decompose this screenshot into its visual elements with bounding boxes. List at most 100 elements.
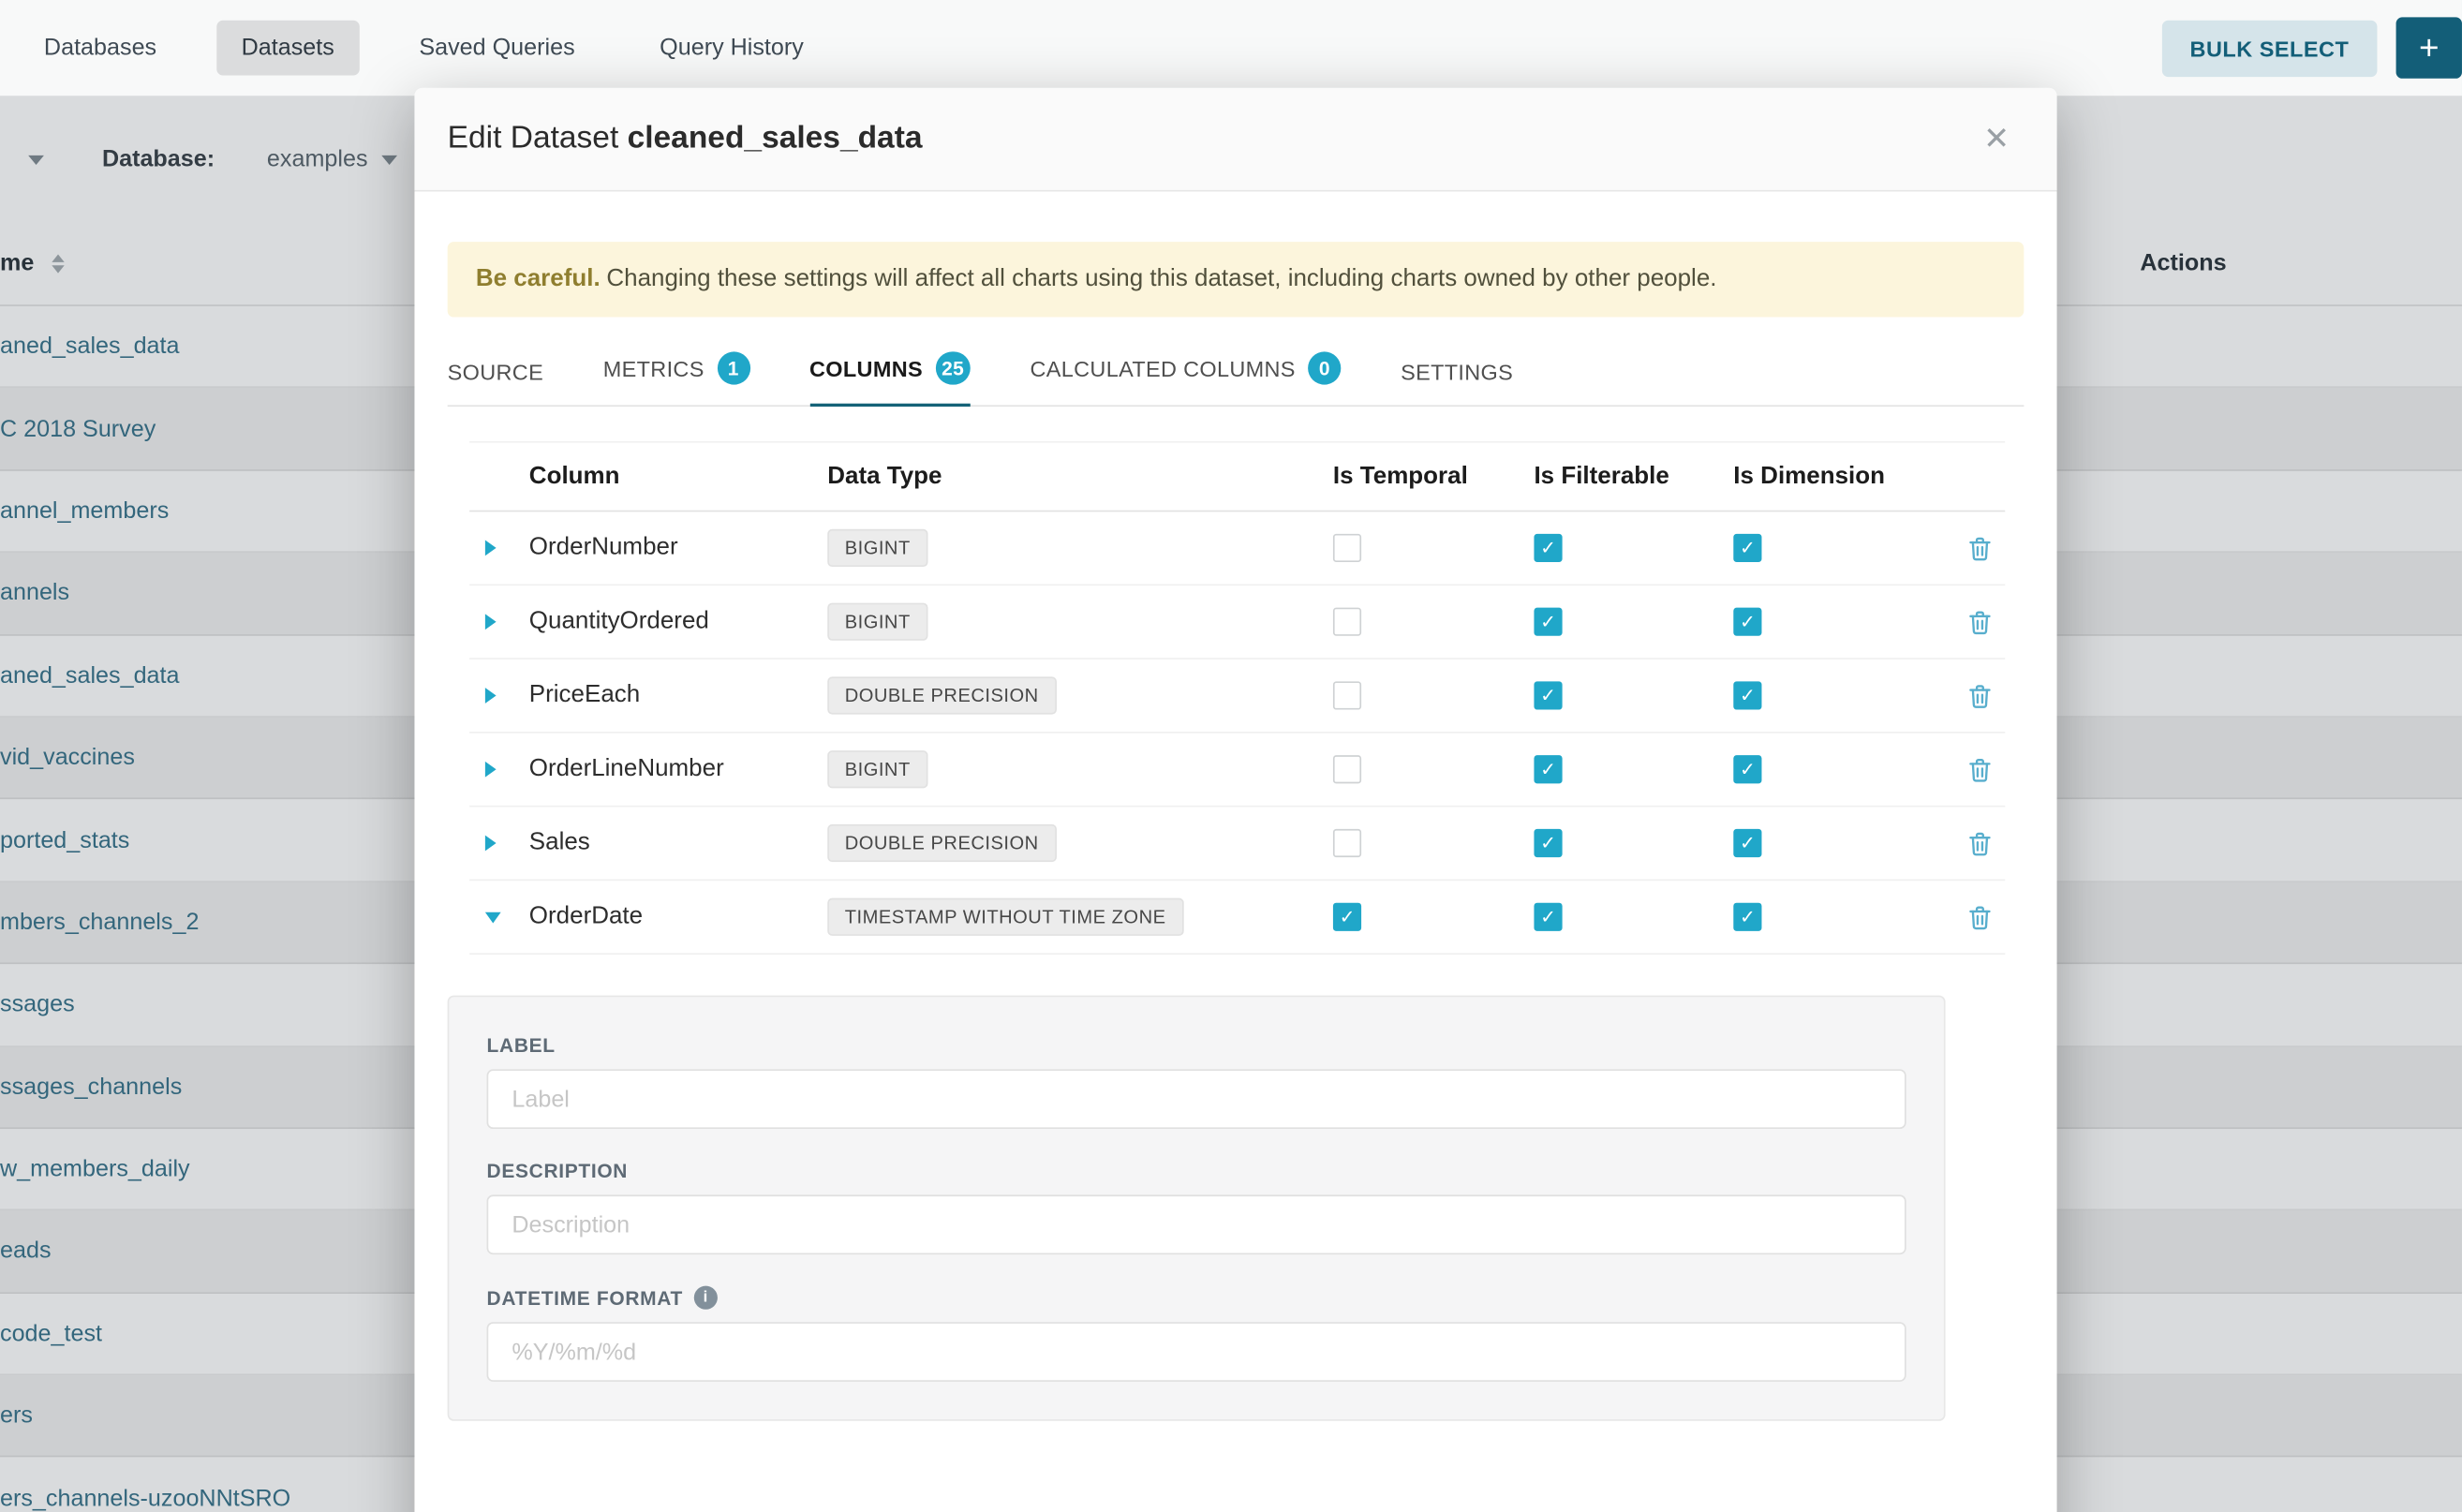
- checkbox-is-filterable[interactable]: ✓: [1534, 903, 1562, 931]
- data-type-cell: TIMESTAMP WITHOUT TIME ZONE: [827, 898, 1333, 936]
- expand-caret-icon[interactable]: [485, 836, 497, 852]
- checkbox-is-filterable[interactable]: ✓: [1534, 829, 1562, 857]
- dataset-name: cleaned_sales_data: [628, 121, 923, 156]
- checkbox-is-filterable[interactable]: ✓: [1534, 534, 1562, 562]
- datetime-format-input[interactable]: [487, 1322, 1906, 1382]
- data-type-pill: BIGINT: [827, 750, 927, 788]
- tab-source[interactable]: SOURCE: [448, 360, 543, 406]
- modal-header: Edit Dataset cleaned_sales_data ✕: [414, 88, 2056, 192]
- trash-icon[interactable]: [1967, 535, 1993, 561]
- nav-item-databases[interactable]: Databases: [19, 21, 182, 76]
- column-row: SalesDOUBLE PRECISION✓✓✓: [469, 807, 2005, 881]
- tab-label: SETTINGS: [1401, 360, 1513, 385]
- label-input[interactable]: [487, 1069, 1906, 1129]
- trash-icon[interactable]: [1967, 682, 1993, 708]
- nav-item-saved-queries[interactable]: Saved Queries: [394, 21, 601, 76]
- dataset-name-link[interactable]: ers_channels-uzooNNtSRO: [0, 1485, 290, 1511]
- trash-cell: [1925, 904, 2005, 930]
- chevron-down-icon[interactable]: [28, 156, 44, 165]
- checkbox-is-filterable[interactable]: ✓: [1534, 608, 1562, 636]
- checkbox-is-temporal[interactable]: ✓: [1333, 903, 1361, 931]
- expand-caret-icon[interactable]: [485, 688, 497, 704]
- checkbox-is-dimension[interactable]: ✓: [1733, 903, 1761, 931]
- checkbox-is-dimension[interactable]: ✓: [1733, 608, 1761, 636]
- expand-caret-icon[interactable]: [485, 614, 497, 630]
- column-name: OrderNumber: [529, 534, 827, 562]
- dataset-name-link[interactable]: code_test: [0, 1320, 102, 1346]
- checkbox-is-dimension[interactable]: ✓: [1733, 829, 1761, 857]
- data-type-cell: DOUBLE PRECISION: [827, 824, 1333, 862]
- column-row: OrderNumberBIGINT✓✓✓: [469, 511, 2005, 586]
- dataset-name-link[interactable]: vid_vaccines: [0, 745, 135, 771]
- column-name: QuantityOrdered: [529, 608, 827, 636]
- checkbox-is-dimension[interactable]: ✓: [1733, 534, 1761, 562]
- label-field-label: LABEL: [487, 1034, 1906, 1056]
- dataset-name-link[interactable]: annels: [0, 580, 69, 606]
- bulk-select-button[interactable]: BULK SELECT: [2161, 20, 2377, 76]
- tab-columns[interactable]: COLUMNS25: [809, 351, 971, 405]
- caret-cell: [469, 541, 529, 556]
- tab-count-badge: 25: [935, 351, 970, 384]
- sort-icon[interactable]: [52, 255, 64, 274]
- dataset-name-link[interactable]: C 2018 Survey: [0, 415, 156, 441]
- column-name: OrderDate: [529, 903, 827, 931]
- nav-item-query-history[interactable]: Query History: [634, 21, 828, 76]
- checkbox-is-temporal[interactable]: ✓: [1333, 755, 1361, 783]
- trash-icon[interactable]: [1967, 756, 1993, 782]
- checkbox-is-temporal-cell: ✓: [1333, 755, 1535, 783]
- info-icon[interactable]: i: [694, 1286, 718, 1310]
- dataset-name-link[interactable]: annel_members: [0, 497, 169, 524]
- checkbox-is-temporal[interactable]: ✓: [1333, 608, 1361, 636]
- trash-icon[interactable]: [1967, 830, 1993, 856]
- checkbox-is-temporal[interactable]: ✓: [1333, 534, 1361, 562]
- caret-cell: [469, 912, 529, 923]
- checkbox-is-filterable-cell: ✓: [1534, 755, 1733, 783]
- trash-cell: [1925, 756, 2005, 782]
- checkbox-is-filterable[interactable]: ✓: [1534, 681, 1562, 709]
- expand-caret-icon[interactable]: [485, 541, 497, 556]
- trash-icon[interactable]: [1967, 608, 1993, 634]
- dataset-name-link[interactable]: mbers_channels_2: [0, 909, 199, 935]
- expand-caret-icon[interactable]: [485, 762, 497, 778]
- checkbox-is-dimension[interactable]: ✓: [1733, 755, 1761, 783]
- caret-cell: [469, 762, 529, 778]
- data-type-cell: BIGINT: [827, 603, 1333, 641]
- tab-metrics[interactable]: METRICS1: [603, 351, 750, 405]
- dataset-name-link[interactable]: ssages: [0, 991, 75, 1017]
- collapse-caret-icon[interactable]: [485, 912, 501, 923]
- checkbox-is-temporal-cell: ✓: [1333, 534, 1535, 562]
- checkbox-is-dimension-cell: ✓: [1733, 903, 1924, 931]
- dataset-name-link[interactable]: eads: [0, 1238, 52, 1264]
- description-field: DESCRIPTION: [487, 1161, 1906, 1255]
- trash-icon[interactable]: [1967, 904, 1993, 930]
- checkbox-is-dimension-cell: ✓: [1733, 755, 1924, 783]
- database-filter-select[interactable]: examples: [267, 146, 397, 172]
- database-filter-label: Database:: [102, 146, 215, 172]
- caret-cell: [469, 836, 529, 852]
- dataset-name-link[interactable]: w_members_daily: [0, 1156, 190, 1182]
- tab-label: METRICS: [603, 356, 704, 381]
- tab-calculated-columns[interactable]: CALCULATED COLUMNS0: [1030, 351, 1341, 405]
- edit-dataset-modal: Edit Dataset cleaned_sales_data ✕ Be car…: [414, 88, 2056, 1512]
- name-column-header[interactable]: me: [0, 249, 34, 275]
- column-row: QuantityOrderedBIGINT✓✓✓: [469, 586, 2005, 660]
- checkbox-is-temporal[interactable]: ✓: [1333, 829, 1361, 857]
- dataset-name-link[interactable]: ers: [0, 1402, 33, 1429]
- dataset-name-link[interactable]: ported_stats: [0, 826, 129, 852]
- modal-title: Edit Dataset cleaned_sales_data: [448, 121, 923, 157]
- dataset-name-link[interactable]: aned_sales_data: [0, 662, 180, 689]
- nav-item-datasets[interactable]: Datasets: [216, 21, 360, 76]
- tab-settings[interactable]: SETTINGS: [1401, 360, 1513, 406]
- description-input[interactable]: [487, 1194, 1906, 1254]
- checkbox-is-dimension[interactable]: ✓: [1733, 681, 1761, 709]
- is-filterable-header: Is Filterable: [1534, 463, 1733, 491]
- modal-title-prefix: Edit Dataset: [448, 121, 619, 156]
- dataset-name-link[interactable]: ssages_channels: [0, 1074, 182, 1100]
- checkbox-is-temporal[interactable]: ✓: [1333, 681, 1361, 709]
- checkbox-is-filterable[interactable]: ✓: [1534, 755, 1562, 783]
- add-dataset-button[interactable]: +: [2396, 17, 2462, 78]
- dataset-name-link[interactable]: aned_sales_data: [0, 334, 180, 360]
- close-icon[interactable]: ✕: [1977, 113, 2016, 165]
- trash-cell: [1925, 535, 2005, 561]
- description-field-label: DESCRIPTION: [487, 1161, 1906, 1182]
